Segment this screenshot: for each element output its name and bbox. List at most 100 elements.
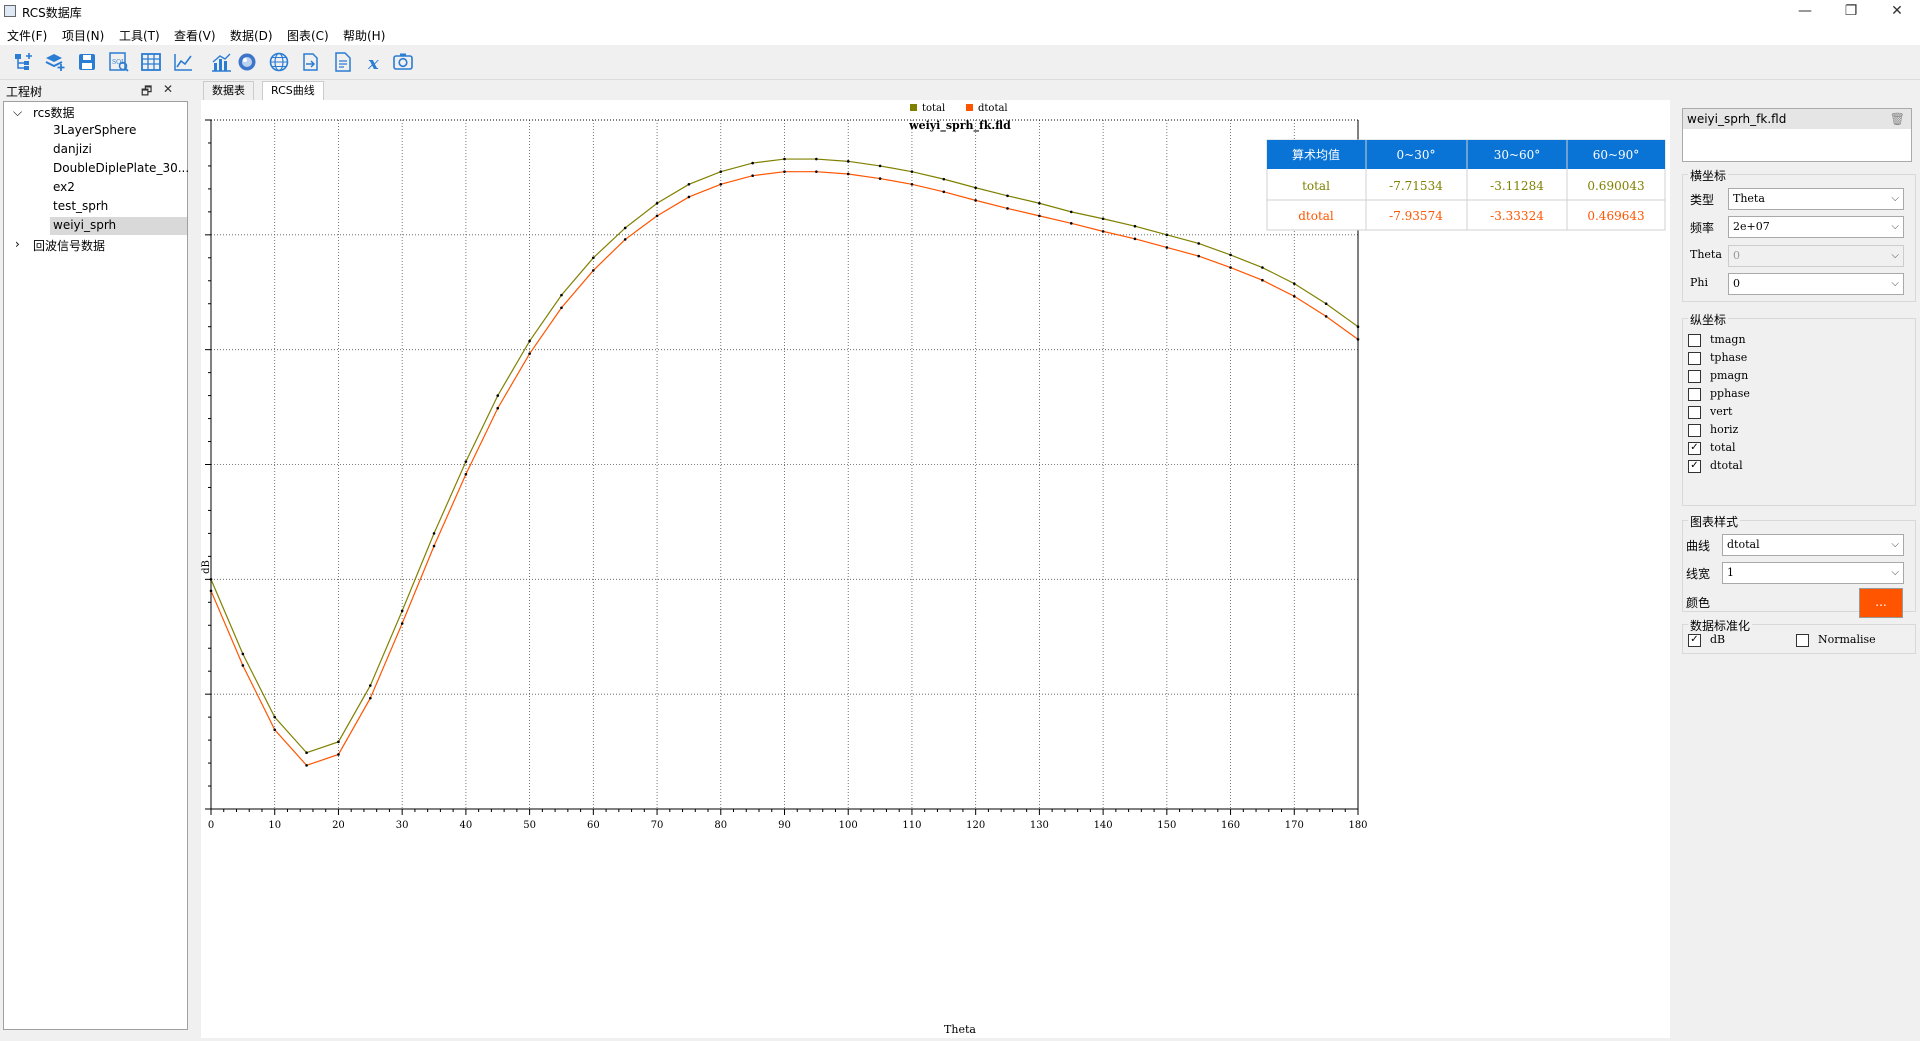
x-tick-label: 0 xyxy=(208,820,214,831)
dock-close-icon[interactable]: ✕ xyxy=(163,82,173,96)
data-point-total xyxy=(1069,210,1073,214)
checkbox-box: ✓ xyxy=(1688,633,1701,647)
phi-select[interactable]: 0 ⌵ xyxy=(1728,273,1904,295)
curve-select[interactable]: dtotal ⌵ xyxy=(1722,534,1904,556)
add-tree-icon[interactable] xyxy=(12,51,34,73)
menu-view[interactable]: 查看(V) xyxy=(174,27,216,44)
chevron-down-icon: ⌵ xyxy=(1891,567,1899,578)
data-point-dtotal xyxy=(846,172,850,176)
data-point-total xyxy=(942,177,946,181)
chevron-right-icon[interactable]: › xyxy=(15,237,20,251)
formula-x-icon[interactable]: x xyxy=(364,51,386,74)
y-checkbox-vert[interactable]: vert xyxy=(1688,405,1732,419)
x-tick-label: 90 xyxy=(778,820,791,831)
chart-grid xyxy=(210,119,1359,810)
data-point-dtotal xyxy=(528,352,531,355)
data-point-dtotal xyxy=(209,589,213,593)
y-axis-group-title: 纵坐标 xyxy=(1688,311,1729,328)
color-label: 颜色 xyxy=(1686,596,1711,610)
title-bar: RCS数据库 — ❐ ✕ xyxy=(0,0,1920,24)
data-point-total xyxy=(687,183,691,186)
camera-icon[interactable] xyxy=(392,51,414,73)
tree-item-danjizi[interactable]: danjizi xyxy=(53,142,92,156)
stats-row-total-v1: -7.71534 xyxy=(1389,179,1443,193)
chart-style-group-title: 图表样式 xyxy=(1688,513,1741,530)
freq-label: 频率 xyxy=(1690,221,1715,235)
tree-item-doublediplepalte[interactable]: DoubleDiplePlate_30... xyxy=(53,161,189,175)
chart-title: weiyi_sprh_fk.fld xyxy=(908,119,1011,133)
export-icon[interactable] xyxy=(300,51,322,73)
normalise-checkbox[interactable]: Normalise xyxy=(1796,633,1876,647)
stats-row-dtotal-name: dtotal xyxy=(1298,209,1334,223)
tab-data-table[interactable]: 数据表 xyxy=(203,81,254,100)
stats-row-total-name: total xyxy=(1302,179,1330,193)
document-export-icon[interactable] xyxy=(332,51,354,73)
data-point-dtotal xyxy=(1197,254,1200,258)
menu-help[interactable]: 帮助(H) xyxy=(343,27,385,44)
y-checkbox-total[interactable]: ✓ total xyxy=(1688,441,1736,455)
trash-icon[interactable]: 🗑 xyxy=(1890,109,1905,129)
data-point-total xyxy=(305,751,308,755)
layers-add-icon[interactable] xyxy=(44,51,66,73)
data-point-total xyxy=(1324,302,1328,306)
stats-row-total-v3: 0.690043 xyxy=(1587,179,1644,193)
chevron-down-icon[interactable]: ⌵ xyxy=(13,105,22,120)
data-point-dtotal xyxy=(1261,278,1264,282)
x-tick-label: 50 xyxy=(523,820,536,831)
db-checkbox[interactable]: ✓ dB xyxy=(1688,633,1725,647)
legend-label-total: total xyxy=(922,103,945,114)
menu-bar: 文件(F) 项目(N) 工具(T) 查看(V) 数据(D) 图表(C) 帮助(H… xyxy=(0,24,1920,45)
orb-icon[interactable] xyxy=(236,51,258,73)
x-axis-group-title: 横坐标 xyxy=(1688,167,1729,184)
data-point-total xyxy=(273,715,277,719)
menu-tools[interactable]: 工具(T) xyxy=(119,27,160,44)
y-checkbox-pphase[interactable]: pphase xyxy=(1688,387,1750,401)
dock-float-icon[interactable]: 🗗 xyxy=(141,82,152,103)
tree-item-ex2[interactable]: ex2 xyxy=(53,180,75,194)
sql-search-icon[interactable]: SQL xyxy=(108,51,130,73)
menu-project[interactable]: 项目(N) xyxy=(62,27,104,44)
chevron-down-icon: ⌵ xyxy=(1891,193,1899,204)
menu-file[interactable]: 文件(F) xyxy=(7,27,47,44)
data-point-dtotal xyxy=(1229,266,1232,269)
restore-button[interactable]: ❐ xyxy=(1828,0,1874,24)
data-point-total xyxy=(432,532,436,535)
toolbar: SQL x xyxy=(0,45,1920,80)
y-checkbox-pmagn[interactable]: pmagn xyxy=(1688,369,1748,383)
tab-rcs-curve[interactable]: RCS曲线 xyxy=(262,81,324,100)
file-list-item[interactable]: weiyi_sprh_fk.fld 🗑 xyxy=(1683,109,1911,129)
data-point-dtotal xyxy=(1069,222,1073,225)
close-button[interactable]: ✕ xyxy=(1874,0,1920,24)
data-point-total xyxy=(1356,325,1360,328)
theta-select[interactable]: 0 ⌵ xyxy=(1728,245,1904,267)
color-picker-button[interactable]: ... xyxy=(1859,588,1903,618)
save-icon[interactable] xyxy=(76,51,98,73)
y-checkbox-horiz[interactable]: horiz xyxy=(1688,423,1738,437)
checkbox-box xyxy=(1688,405,1701,419)
data-point-total xyxy=(369,684,372,687)
y-checkbox-dtotal[interactable]: ✓ dtotal xyxy=(1688,459,1743,473)
project-tree-dock-header: 工程树 🗗 ✕ xyxy=(0,81,190,99)
line-width-select[interactable]: 1 ⌵ xyxy=(1722,562,1904,584)
data-point-dtotal xyxy=(1038,214,1041,218)
tree-root-echo[interactable]: 回波信号数据 xyxy=(33,237,105,254)
freq-select[interactable]: 2e+07 ⌵ xyxy=(1728,216,1904,238)
menu-data[interactable]: 数据(D) xyxy=(230,27,273,44)
data-point-dtotal xyxy=(974,199,977,202)
table-icon[interactable] xyxy=(140,51,162,73)
menu-chart[interactable]: 图表(C) xyxy=(287,27,329,44)
data-point-dtotal xyxy=(655,214,659,218)
y-checkbox-tmagn[interactable]: tmagn xyxy=(1688,333,1746,347)
tree-item-3layersphere[interactable]: 3LayerSphere xyxy=(53,123,136,137)
tree-item-test-sprh[interactable]: test_sprh xyxy=(53,199,108,213)
globe-icon[interactable] xyxy=(268,51,290,73)
tree-root-rcs[interactable]: rcs数据 xyxy=(33,104,75,121)
tree-item-weiyi-sprh[interactable]: weiyi_sprh xyxy=(53,218,116,232)
data-point-total xyxy=(209,578,213,581)
type-select[interactable]: Theta ⌵ xyxy=(1728,188,1904,210)
minimize-button[interactable]: — xyxy=(1782,0,1828,24)
bar-chart-icon[interactable] xyxy=(210,51,232,73)
y-checkbox-tphase[interactable]: tphase xyxy=(1688,351,1747,365)
right-panel: weiyi_sprh_fk.fld 🗑 横坐标 类型 Theta ⌵ 频率 2e+… xyxy=(1674,100,1920,1038)
line-chart-icon[interactable] xyxy=(172,51,194,73)
